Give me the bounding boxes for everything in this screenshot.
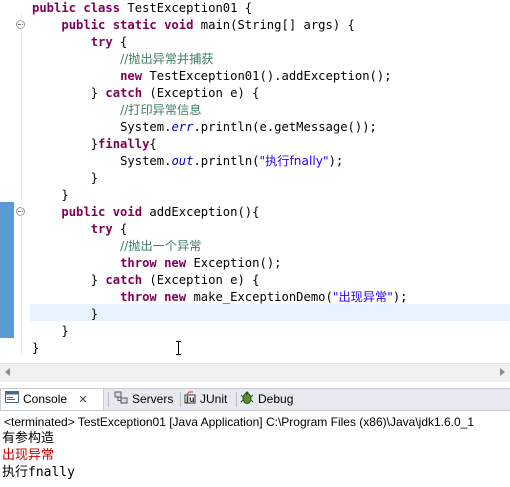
code-line-20[interactable]: } [32, 323, 68, 340]
code-line-3[interactable]: try { [32, 34, 128, 51]
code-line-18[interactable]: throw new make_ExceptionDemo("出现异常"); [32, 289, 407, 306]
current-line-highlight [30, 304, 510, 321]
console-output-line: 有参构造 [2, 431, 55, 446]
tab-separator [236, 392, 237, 407]
code-line-4[interactable]: //抛出异常并捕获 [32, 51, 214, 68]
code-line-11[interactable]: } [32, 170, 98, 187]
code-line-13[interactable]: public void addException(){ [32, 204, 259, 221]
tab-servers-label: Servers [132, 392, 174, 406]
code-line-15[interactable]: //抛出一个异常 [32, 238, 201, 255]
view-tab-bar: Console ✕ Servers Ju JUnit Debug [0, 388, 510, 411]
code-line-9[interactable]: }finally{ [32, 136, 157, 153]
console-icon [5, 390, 19, 410]
scroll-left-icon[interactable] [5, 368, 10, 376]
horizontal-scrollbar[interactable] [0, 363, 510, 382]
code-line-1[interactable]: public class TestException01 { [32, 0, 252, 17]
code-editor[interactable]: public class TestException01 { public st… [0, 0, 510, 363]
junit-icon: Ju [184, 390, 196, 410]
console-output-line: 执行fnally [2, 465, 75, 480]
code-line-12[interactable]: } [32, 187, 68, 204]
tab-debug[interactable]: Debug [240, 389, 293, 410]
console-stderr-line: 出现异常 [2, 448, 55, 463]
ibeam-cursor-icon [176, 341, 181, 355]
servers-icon [114, 390, 128, 410]
tab-console-label: Console [23, 392, 68, 406]
code-line-14[interactable]: try { [32, 221, 128, 238]
close-icon[interactable]: ✕ [78, 394, 87, 406]
code-line-10[interactable]: System.out.println("执行fnally"); [32, 153, 343, 170]
svg-text:Ju: Ju [185, 395, 195, 404]
code-line-16[interactable]: throw new Exception(); [32, 255, 281, 272]
code-line-6[interactable]: } catch (Exception e) { [32, 85, 260, 102]
scroll-right-icon[interactable] [500, 368, 505, 376]
change-marker-bar [0, 202, 14, 338]
code-line-2[interactable]: public static void main(String[] args) { [32, 17, 355, 34]
code-line-19[interactable]: } [32, 306, 98, 323]
tab-separator [180, 392, 181, 407]
code-line-5[interactable]: new TestException01().addException(); [32, 68, 392, 85]
code-line-21[interactable]: } [32, 340, 39, 357]
terminated-status: <terminated> TestException01 [Java Appli… [4, 415, 475, 429]
tab-console[interactable]: Console ✕ [0, 389, 104, 410]
tab-debug-label: Debug [258, 392, 294, 406]
tab-separator [108, 392, 109, 407]
editor-gutter [0, 0, 14, 363]
indent-guide [21, 14, 22, 356]
tab-junit-label: JUnit [200, 392, 228, 406]
tab-junit[interactable]: Ju JUnit [184, 389, 227, 410]
code-line-7[interactable]: //打印异常信息 [32, 102, 201, 119]
code-line-8[interactable]: System.err.println(e.getMessage()); [32, 119, 377, 136]
code-line-17[interactable]: } catch (Exception e) { [32, 272, 260, 289]
tab-servers[interactable]: Servers [114, 389, 173, 410]
debug-bug-icon [240, 390, 254, 410]
